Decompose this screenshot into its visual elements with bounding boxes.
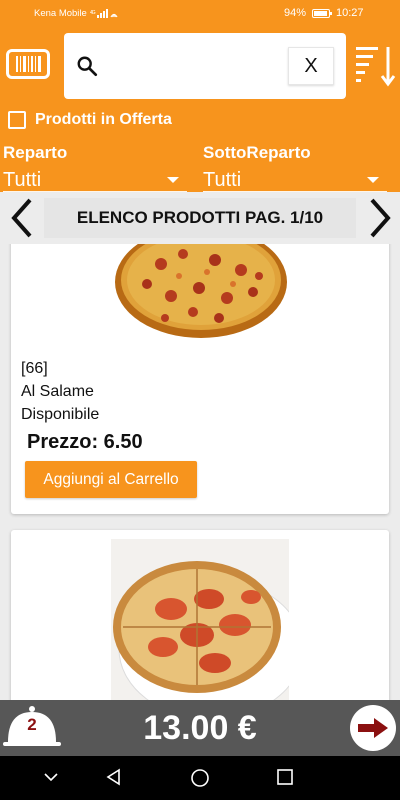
chevron-right-icon[interactable] bbox=[362, 196, 398, 240]
clear-search-button[interactable]: X bbox=[288, 47, 334, 85]
product-card bbox=[11, 530, 389, 700]
barcode-icon[interactable] bbox=[6, 49, 50, 79]
svg-text:4G: 4G bbox=[90, 10, 96, 16]
product-availability: Disponibile bbox=[21, 406, 100, 423]
chevron-down-icon[interactable] bbox=[167, 177, 179, 183]
nav-home-icon[interactable] bbox=[190, 768, 210, 788]
chevron-down-icon[interactable] bbox=[367, 177, 379, 183]
search-box: X bbox=[64, 33, 346, 99]
battery-percent: 94% bbox=[284, 7, 307, 19]
chevron-left-icon[interactable] bbox=[4, 196, 40, 240]
battery-icon bbox=[312, 9, 332, 18]
cart-count: 2 bbox=[27, 715, 37, 734]
pizza-salame-image bbox=[115, 244, 287, 338]
search-input[interactable] bbox=[108, 47, 288, 85]
nav-down-icon[interactable] bbox=[42, 768, 60, 786]
status-bar: Kena Mobile 4G 94% 10:27 bbox=[0, 0, 400, 28]
sottoreparto-select[interactable]: Tutti bbox=[203, 169, 241, 192]
checkout-button[interactable] bbox=[350, 705, 396, 751]
sottoreparto-label: SottoReparto bbox=[203, 143, 311, 162]
checkbox-icon bbox=[8, 111, 26, 129]
pagination-bar: ELENCO PRODOTTI PAG. 1/10 bbox=[0, 192, 400, 244]
product-name: Al Salame bbox=[21, 383, 94, 400]
signal-icon: 4G bbox=[90, 8, 118, 20]
reparto-label: Reparto bbox=[3, 143, 68, 162]
nav-back-icon[interactable] bbox=[105, 768, 123, 786]
pizza-margherita-image bbox=[111, 539, 289, 700]
toolbar: X Prodotti in Offerta Reparto Tutti Sott… bbox=[0, 28, 400, 192]
search-icon bbox=[77, 56, 98, 77]
offerta-checkbox[interactable]: Prodotti in Offerta bbox=[8, 111, 172, 129]
clock: 10:27 bbox=[336, 7, 364, 19]
reparto-select[interactable]: Tutti bbox=[3, 169, 41, 192]
sort-icon[interactable] bbox=[354, 44, 398, 88]
page-title: ELENCO PRODOTTI PAG. 1/10 bbox=[44, 198, 356, 238]
cart-button[interactable]: 2 bbox=[2, 704, 62, 752]
system-nav-bar bbox=[0, 756, 400, 800]
product-price: Prezzo: 6.50 bbox=[27, 431, 143, 453]
offerta-label: Prodotti in Offerta bbox=[35, 111, 172, 128]
add-to-cart-button[interactable]: Aggiungi al Carrello bbox=[25, 461, 197, 498]
product-list: [66] Al Salame Disponibile Prezzo: 6.50 … bbox=[0, 244, 400, 700]
product-code: [66] bbox=[21, 360, 48, 377]
nav-recents-icon[interactable] bbox=[276, 768, 294, 786]
product-card: [66] Al Salame Disponibile Prezzo: 6.50 … bbox=[11, 244, 389, 514]
carrier-name: Kena Mobile bbox=[34, 8, 87, 19]
cart-bar: 13.00 € 2 bbox=[0, 700, 400, 756]
arrow-right-icon bbox=[358, 718, 388, 738]
